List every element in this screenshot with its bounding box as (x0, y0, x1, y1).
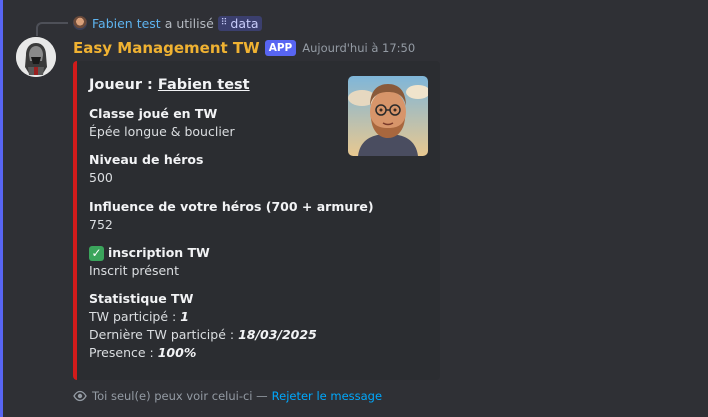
app-badge: APP (264, 40, 297, 56)
dismiss-message-link[interactable]: Rejeter le message (272, 389, 382, 403)
field-name-text: inscription TW (108, 245, 210, 260)
highlight-bar (0, 0, 3, 417)
field-value: 500 (89, 170, 113, 185)
field-name: Niveau de héros (89, 152, 204, 167)
stat-line: Presence : 100% (89, 344, 317, 362)
player-portrait-icon (348, 76, 428, 156)
message-header: Easy Management TW APP Aujourd'hui à 17:… (73, 38, 415, 58)
reply-reference[interactable]: Fabien test a utilisé ⠿ data (73, 14, 262, 32)
chat-window: Fabien test a utilisé ⠿ data Easy Manage… (0, 0, 708, 417)
slash-command-label: data (230, 15, 259, 31)
field-registration: ✓ inscription TW Inscrit présent (89, 244, 210, 280)
stat-value: 18/03/2025 (238, 327, 317, 342)
ephemeral-text: Toi seul(e) peux voir celui-ci — (92, 389, 268, 403)
field-name: ✓ inscription TW (89, 244, 210, 262)
field-influence: Influence de votre héros (700 + armure) … (89, 198, 374, 234)
embed-thumbnail[interactable] (348, 76, 428, 156)
check-box-icon: ✓ (89, 245, 104, 261)
stat-label: Dernière TW participé : (89, 327, 239, 342)
field-hero-level: Niveau de héros 500 (89, 151, 203, 187)
embed-title-player: Fabien test (157, 77, 250, 93)
assassin-avatar-icon (16, 37, 56, 77)
slash-command[interactable]: ⠿ data (217, 15, 262, 31)
field-class: Classe joué en TW Épée longue & bouclier (89, 105, 235, 141)
embed-title-prefix: Joueur : (89, 77, 158, 93)
ephemeral-notice: Toi seul(e) peux voir celui-ci — Rejeter… (73, 388, 382, 404)
stat-label: TW participé : (89, 309, 181, 324)
author-name[interactable]: Easy Management TW (73, 39, 260, 57)
stat-value: 100% (157, 345, 197, 360)
stat-line: Dernière TW participé : 18/03/2025 (89, 326, 317, 344)
embed-card: Joueur : Fabien test Classe joué en TW É… (73, 61, 440, 380)
eye-icon (73, 390, 87, 402)
field-value: Inscrit présent (89, 263, 179, 278)
command-icon: ⠿ (220, 18, 228, 28)
stat-line: TW participé : 1 (89, 308, 317, 326)
stat-value: 1 (180, 309, 189, 324)
reply-connector (36, 22, 68, 36)
field-statistics: Statistique TW TW participé : 1 Dernière… (89, 290, 317, 362)
reply-avatar[interactable] (73, 16, 87, 30)
field-name: Influence de votre héros (700 + armure) (89, 199, 374, 214)
message-timestamp[interactable]: Aujourd'hui à 17:50 (302, 41, 415, 55)
reply-username[interactable]: Fabien test (92, 16, 161, 31)
reply-action: a utilisé (164, 15, 214, 31)
embed-title: Joueur : Fabien test (89, 77, 250, 93)
stat-label: Presence : (89, 345, 158, 360)
bot-avatar[interactable] (16, 37, 56, 77)
field-value: Épée longue & bouclier (89, 124, 235, 139)
field-name: Classe joué en TW (89, 106, 218, 121)
field-name: Statistique TW (89, 291, 194, 306)
field-value: 752 (89, 217, 113, 232)
